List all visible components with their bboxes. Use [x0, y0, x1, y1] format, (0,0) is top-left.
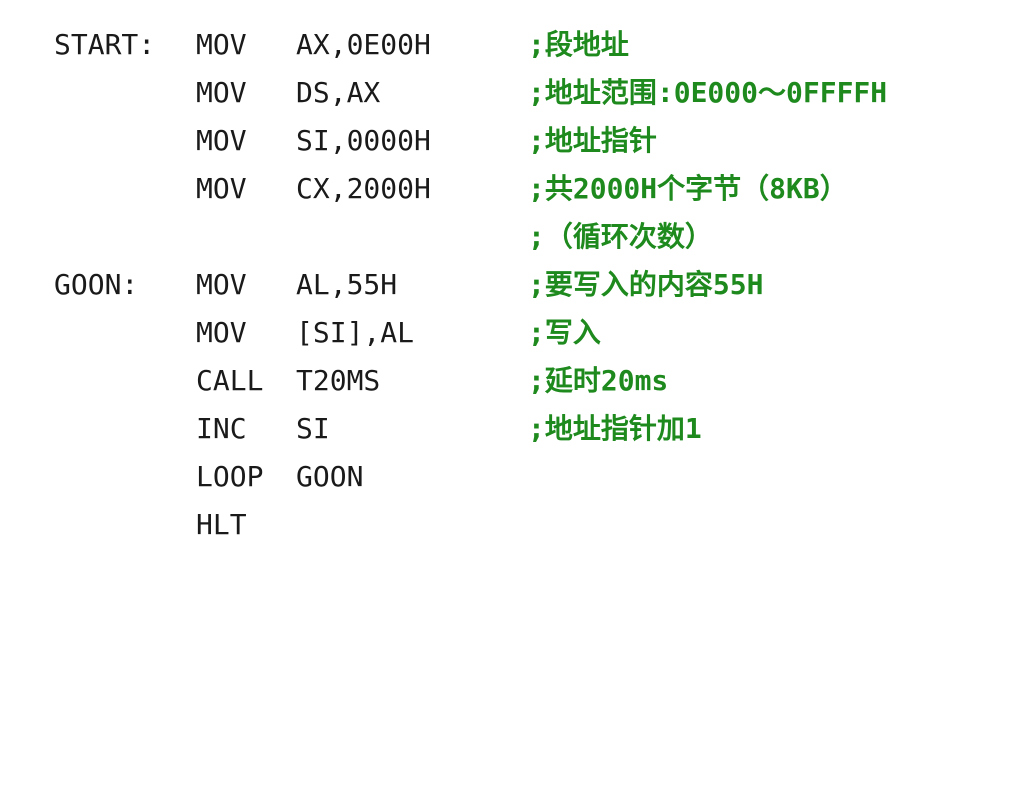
code-mnemonic: INC: [196, 412, 247, 445]
code-line-goon: GOON: MOV AL,55H ;要写入的内容55H: [0, 261, 1024, 309]
code-operands: [SI],AL: [296, 316, 415, 349]
code-line: MOV CX,2000H ;共2000H个字节（8KB）: [0, 165, 1024, 213]
code-mnemonic: HLT: [196, 508, 247, 541]
code-comment: ;延时20ms: [528, 364, 669, 397]
assembly-code-listing: START: MOV AX,0E00H ;段地址 MOV DS,AX ;地址范围…: [0, 0, 1024, 554]
code-operands: T20MS: [296, 364, 381, 397]
code-operands: AX,0E00H: [296, 28, 431, 61]
code-mnemonic: MOV: [196, 28, 247, 61]
code-mnemonic: MOV: [196, 316, 247, 349]
code-mnemonic: MOV: [196, 124, 247, 157]
code-line: HLT: [0, 501, 1024, 549]
code-comment: ;地址指针: [528, 124, 657, 157]
code-label: START:: [54, 28, 156, 61]
code-comment: ;段地址: [528, 28, 629, 61]
code-comment: ;共2000H个字节（8KB）: [528, 172, 848, 205]
code-label: GOON:: [54, 268, 139, 301]
code-line: MOV SI,0000H ;地址指针: [0, 117, 1024, 165]
code-mnemonic: MOV: [196, 172, 247, 205]
code-line: LOOP GOON: [0, 453, 1024, 501]
code-line: MOV DS,AX ;地址范围:0E000～0FFFFH: [0, 69, 1024, 117]
code-comment: ;要写入的内容55H: [528, 268, 764, 301]
code-operands: SI: [296, 412, 330, 445]
code-line: ;（循环次数）: [0, 213, 1024, 261]
code-operands: GOON: [296, 460, 364, 493]
code-mnemonic: MOV: [196, 76, 247, 109]
code-line-start: START: MOV AX,0E00H ;段地址: [0, 21, 1024, 69]
code-mnemonic: LOOP: [196, 460, 264, 493]
code-comment: ;地址范围:0E000～0FFFFH: [528, 76, 888, 109]
code-comment: ;写入: [528, 316, 601, 349]
code-line: INC SI ;地址指针加1: [0, 405, 1024, 453]
code-operands: SI,0000H: [296, 124, 431, 157]
code-mnemonic: CALL: [196, 364, 264, 397]
code-line: MOV [SI],AL ;写入: [0, 309, 1024, 357]
code-operands: CX,2000H: [296, 172, 431, 205]
code-operands: AL,55H: [296, 268, 398, 301]
code-comment: ;（循环次数）: [528, 220, 713, 253]
code-operands: DS,AX: [296, 76, 381, 109]
code-comment: ;地址指针加1: [528, 412, 702, 445]
code-line: CALL T20MS ;延时20ms: [0, 357, 1024, 405]
code-mnemonic: MOV: [196, 268, 247, 301]
